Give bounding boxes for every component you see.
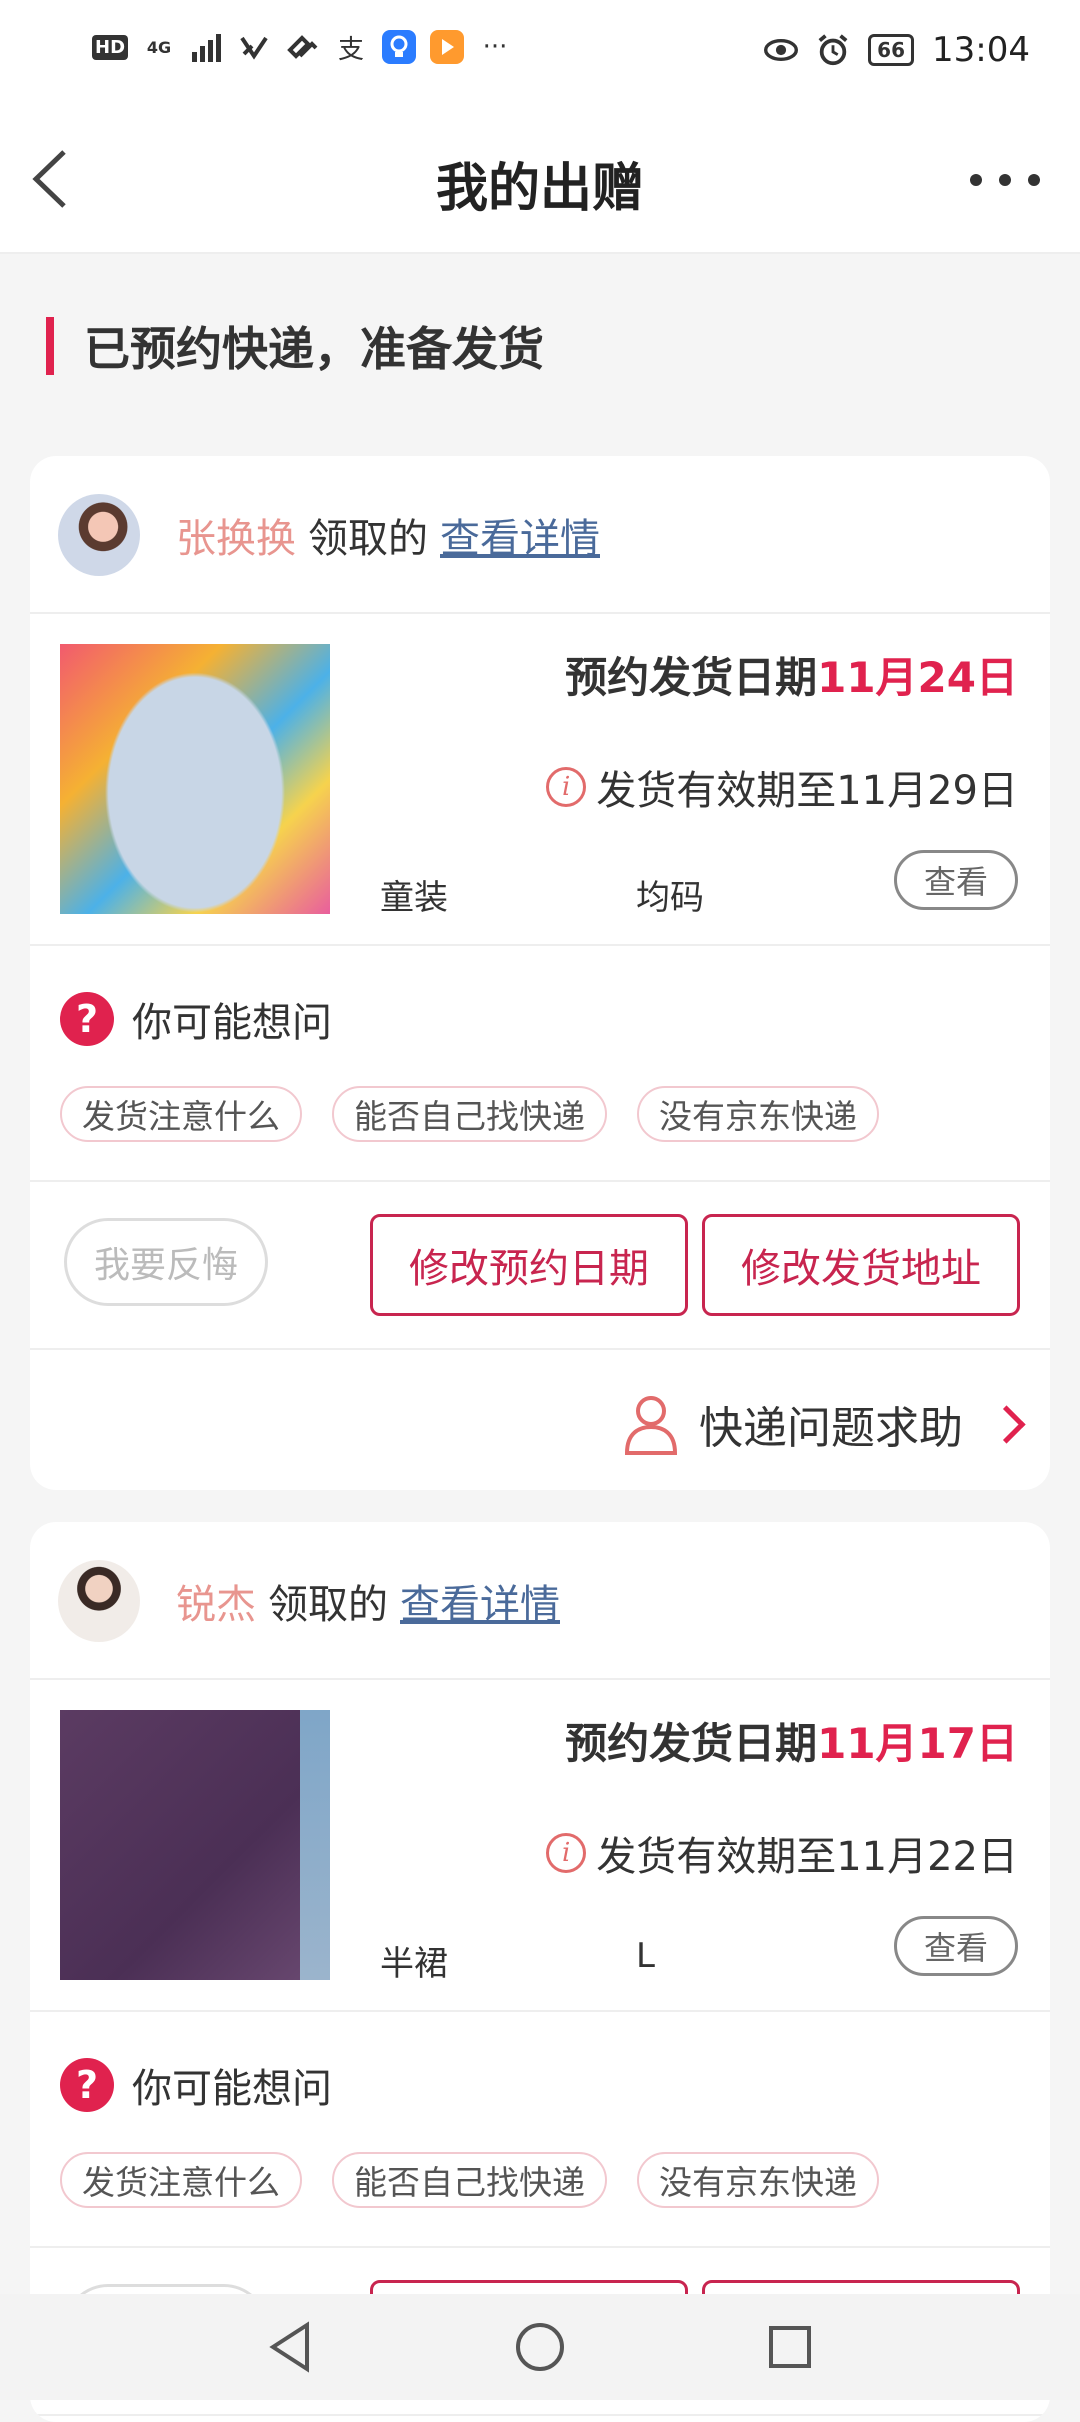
ship-date-label: 预约发货日期 [565, 1719, 818, 1768]
user-name[interactable]: 张换换 [176, 506, 296, 564]
claimed-text: 领取的 [308, 516, 428, 562]
person-icon [624, 1396, 678, 1455]
chevron-right-icon [987, 1404, 1026, 1444]
actions-row: 我要反悔 修改预约日期 修改发货地址 [30, 1182, 1050, 1350]
user-line: 张换换 领取的 查看详情 [176, 506, 600, 564]
card-user-row: 张换换 领取的 查看详情 [30, 456, 1050, 614]
view-details-link[interactable]: 查看详情 [440, 506, 600, 564]
status-bar-right: 66 13:04 [764, 30, 1030, 70]
faq-chip-own-courier[interactable]: 能否自己找快递 [332, 1086, 607, 1142]
user-name[interactable]: 锐杰 [176, 1572, 256, 1630]
ship-date-line: 预约发货日期11月17日 [565, 1710, 1018, 1771]
valid-until-text: 发货有效期至11月29日 [596, 768, 1018, 814]
help-row: 快递问题求助 [30, 1350, 1050, 1490]
more-dot-icon [1028, 174, 1040, 186]
faq-chip-shipping-notes[interactable]: 发货注意什么 [60, 2152, 302, 2208]
section-accent-bar [46, 317, 54, 375]
status-time: 13:04 [932, 30, 1030, 70]
faq-chips: 发货注意什么 能否自己找快递 没有京东快递 [60, 1086, 879, 1142]
info-icon: i [546, 1833, 587, 1873]
signal-icon [190, 30, 224, 64]
item-thumbnail[interactable] [60, 644, 330, 914]
view-item-button[interactable]: 查看 [894, 1916, 1018, 1976]
valid-until-line: i 发货有效期至11月22日 [546, 1824, 1018, 1882]
item-category: 童装 [380, 878, 448, 918]
courier-help-link[interactable]: 快递问题求助 [623, 1392, 1026, 1456]
avatar[interactable] [58, 494, 140, 576]
change-date-button[interactable]: 修改预约日期 [370, 1214, 688, 1316]
more-options-button[interactable] [970, 160, 1040, 200]
page-title: 我的出赠 [435, 159, 644, 219]
faq-row: ? 你可能想问 发货注意什么 能否自己找快递 没有京东快递 [30, 2012, 1050, 2248]
more-dot-icon [999, 174, 1011, 186]
regret-button[interactable]: 我要反悔 [64, 1218, 268, 1306]
battery-icon: 66 [868, 34, 915, 66]
valid-until-line: i 发货有效期至11月29日 [546, 758, 1018, 816]
faq-title: 你可能想问 [132, 2066, 332, 2112]
circle-home-icon [516, 2323, 564, 2371]
faq-chip-no-jd-express[interactable]: 没有京东快递 [637, 2152, 879, 2208]
claimed-text: 领取的 [268, 1582, 388, 1628]
view-details-link[interactable]: 查看详情 [400, 1572, 560, 1630]
hd-icon: HD [92, 34, 129, 60]
eye-icon [764, 33, 799, 67]
view-item-button[interactable]: 查看 [894, 850, 1018, 910]
triangle-back-icon [269, 2321, 309, 2373]
item-thumbnail[interactable] [60, 1710, 330, 1980]
more-notifications-icon: ··· [482, 32, 508, 62]
more-dot-icon [970, 174, 982, 186]
system-nav-bar [0, 2294, 1080, 2400]
ship-date-line: 预约发货日期11月24日 [565, 644, 1018, 705]
item-size: 均码 [636, 878, 704, 918]
ship-date-value: 11月24日 [817, 653, 1018, 702]
nav-home-button[interactable] [510, 2317, 570, 2377]
network-label: 4G [146, 37, 172, 57]
info-icon: i [546, 767, 587, 807]
app-header: 我的出赠 [0, 100, 1080, 254]
avatar[interactable] [58, 1560, 140, 1642]
valid-until-text: 发货有效期至11月22日 [596, 1834, 1018, 1880]
faq-chip-no-jd-express[interactable]: 没有京东快递 [637, 1086, 879, 1142]
app-blue-icon [382, 30, 417, 64]
app-orange-icon [430, 30, 465, 64]
alarm-icon [816, 33, 850, 67]
faq-chip-shipping-notes[interactable]: 发货注意什么 [60, 1086, 302, 1142]
ship-date-value: 11月17日 [817, 1719, 1018, 1768]
status-bar: HD 4G 支 ··· 66 13:04 [0, 0, 1080, 100]
nav-recents-button[interactable] [760, 2317, 820, 2377]
question-icon: ? [60, 992, 114, 1046]
messaging-icon [238, 30, 272, 64]
faq-chip-own-courier[interactable]: 能否自己找快递 [332, 2152, 607, 2208]
item-size: L [636, 1936, 655, 1976]
card-item-row: 预约发货日期11月24日 i 发货有效期至11月29日 童装 均码 查看 [30, 614, 1050, 946]
link-icon [286, 30, 320, 64]
faq-title: 你可能想问 [132, 1000, 332, 1046]
question-icon: ? [60, 2058, 114, 2112]
user-line: 锐杰 领取的 查看详情 [176, 1572, 560, 1630]
alipay-icon: 支 [338, 34, 365, 65]
faq-row: ? 你可能想问 发货注意什么 能否自己找快递 没有京东快递 [30, 946, 1050, 1182]
card-user-row: 锐杰 领取的 查看详情 [30, 1522, 1050, 1680]
ship-date-label: 预约发货日期 [565, 653, 818, 702]
faq-header: ? 你可能想问 [60, 2056, 332, 2114]
section-header: 已预约快递，准备发货 [46, 317, 544, 376]
gift-card: 张换换 领取的 查看详情 预约发货日期11月24日 i 发货有效期至11月29日… [30, 456, 1050, 1490]
card-item-row: 预约发货日期11月17日 i 发货有效期至11月22日 半裙 L 查看 [30, 1680, 1050, 2012]
change-address-button[interactable]: 修改发货地址 [702, 1214, 1020, 1316]
faq-header: ? 你可能想问 [60, 990, 332, 1048]
square-recents-icon [769, 2326, 811, 2368]
nav-back-button[interactable] [260, 2317, 320, 2377]
gift-card: 锐杰 领取的 查看详情 预约发货日期11月17日 i 发货有效期至11月22日 … [30, 1522, 1050, 2422]
faq-chips: 发货注意什么 能否自己找快递 没有京东快递 [60, 2152, 879, 2208]
item-category: 半裙 [380, 1944, 448, 1984]
section-title: 已预约快递，准备发货 [84, 322, 544, 376]
courier-help-label: 快递问题求助 [699, 1403, 963, 1454]
status-bar-left: HD 4G 支 ··· [92, 30, 512, 65]
